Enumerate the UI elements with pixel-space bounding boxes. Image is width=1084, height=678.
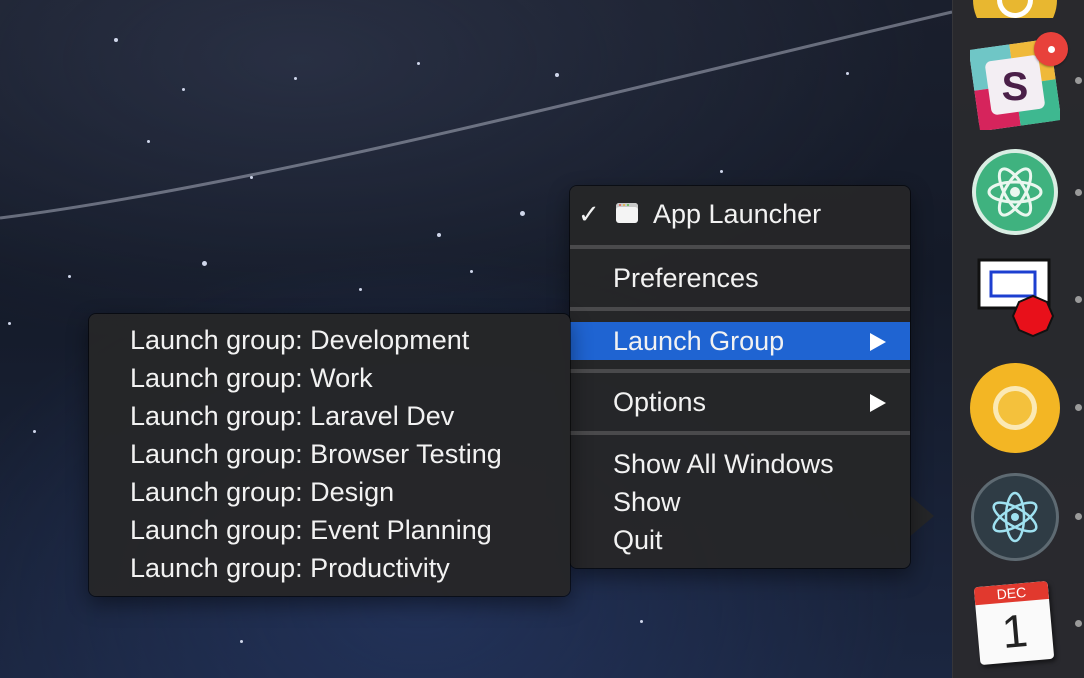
calendar-day: 1 — [999, 603, 1030, 658]
submenu-item-label: Launch group: Event Planning — [130, 515, 492, 545]
chrome-canary-icon[interactable] — [971, 0, 1059, 18]
submenu-item-design[interactable]: Launch group: Design — [89, 473, 570, 511]
menu-item-label: Quit — [613, 525, 663, 555]
submenu-item-productivity[interactable]: Launch group: Productivity — [89, 549, 570, 587]
menu-separator — [570, 307, 910, 311]
menu-item-launch-group[interactable]: Launch Group — [570, 322, 910, 360]
submenu-item-label: Launch group: Development — [130, 325, 470, 355]
running-indicator — [1075, 296, 1082, 303]
menu-item-show[interactable]: Show — [570, 483, 910, 521]
app-launcher-icon[interactable] — [977, 258, 1059, 340]
submenu-item-event-planning[interactable]: Launch group: Event Planning — [89, 511, 570, 549]
menu-item-options[interactable]: Options — [570, 383, 910, 421]
menu-item-show-all-windows[interactable]: Show All Windows — [570, 445, 910, 483]
menu-pointer — [908, 494, 934, 538]
chrome-icon[interactable] — [969, 362, 1061, 454]
submenu-item-browser-testing[interactable]: Launch group: Browser Testing — [89, 435, 570, 473]
menu-separator — [570, 431, 910, 435]
running-indicator — [1075, 189, 1082, 196]
submenu-item-work[interactable]: Launch group: Work — [89, 359, 570, 397]
calendar-icon[interactable]: DEC 1 — [973, 580, 1057, 668]
menu-item-label: Options — [613, 387, 707, 417]
submenu-item-label: Launch group: Laravel Dev — [130, 401, 455, 431]
menu-separator — [570, 245, 910, 249]
submenu-item-development[interactable]: Launch group: Development — [89, 321, 570, 359]
window-icon — [616, 203, 638, 223]
menu-item-preferences[interactable]: Preferences — [570, 259, 910, 297]
menu-separator — [570, 369, 910, 373]
submenu-item-label: Launch group: Design — [130, 477, 395, 507]
submenu-item-laravel-dev[interactable]: Launch group: Laravel Dev — [89, 397, 570, 435]
menu-item-label: Preferences — [613, 263, 759, 293]
running-indicator — [1075, 404, 1082, 411]
menu-item-label: Show All Windows — [613, 449, 834, 479]
dock: S DEC 1 — [952, 0, 1084, 678]
submenu-arrow-icon — [870, 333, 886, 351]
submenu-item-label: Launch group: Productivity — [130, 553, 450, 583]
running-indicator — [1075, 620, 1082, 627]
checkmark-icon: ✓ — [578, 199, 600, 229]
running-indicator — [1075, 77, 1082, 84]
menu-item-label: Show — [613, 487, 681, 517]
submenu-item-label: Launch group: Work — [130, 363, 373, 393]
submenu-arrow-icon — [870, 394, 886, 412]
submenu-item-label: Launch group: Browser Testing — [130, 439, 502, 469]
slack-letter: S — [1002, 65, 1029, 109]
menu-item-quit[interactable]: Quit — [570, 521, 910, 559]
menu-item-app-launcher[interactable]: ✓ App Launcher — [570, 195, 910, 233]
menu-item-label: App Launcher — [653, 199, 822, 229]
tray-menu: ✓ App Launcher Preferences Launch Group … — [570, 186, 910, 568]
launch-group-submenu: Launch group: Development Launch group: … — [89, 314, 570, 596]
slack-icon[interactable]: S — [968, 32, 1068, 132]
menu-item-label: Launch Group — [613, 326, 785, 356]
notification-badge — [1034, 32, 1068, 66]
atom-icon[interactable] — [970, 147, 1060, 237]
electron-icon[interactable] — [970, 472, 1060, 562]
running-indicator — [1075, 513, 1082, 520]
